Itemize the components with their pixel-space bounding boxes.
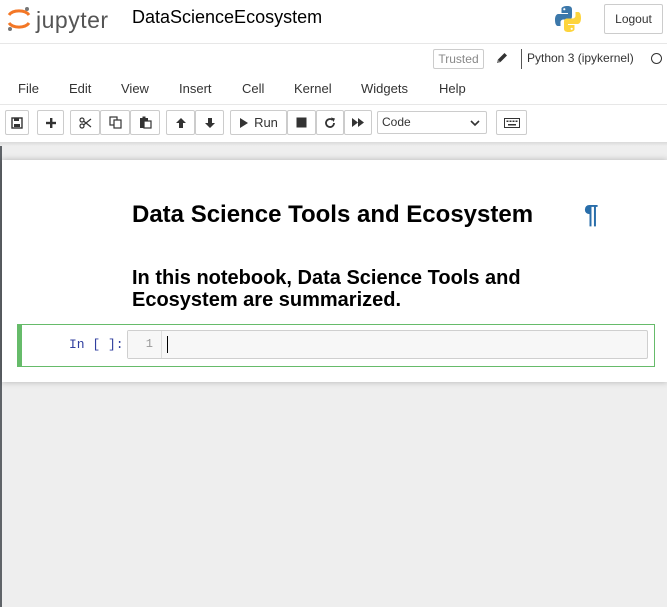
jupyter-logo[interactable]: jupyter [6, 4, 116, 34]
cut-icon [78, 116, 91, 129]
line-number-gutter: 1 [128, 331, 162, 358]
menu-help[interactable]: Help [439, 81, 466, 96]
copy-icon [108, 116, 122, 129]
logout-button[interactable]: Logout [604, 4, 663, 34]
cell-type-select[interactable]: Code [377, 111, 487, 134]
python-logo-icon [555, 6, 581, 32]
markdown-heading-3: In this notebook, Data Science Tools and… [132, 267, 521, 311]
notebook-name[interactable]: DataScienceEcosystem [132, 7, 322, 28]
arrow-up-icon [175, 117, 186, 128]
kernel-idle-icon [651, 53, 662, 64]
move-up-button[interactable] [166, 110, 195, 135]
restart-icon [325, 117, 335, 128]
arrow-down-icon [204, 117, 215, 128]
cell-type-value: Code [382, 115, 411, 129]
run-button[interactable]: Run [230, 110, 287, 135]
fast-forward-icon [352, 118, 364, 127]
menu-insert[interactable]: Insert [179, 81, 212, 96]
input-prompt: In [ ]: [69, 337, 124, 352]
plus-icon [45, 117, 56, 128]
move-down-button[interactable] [195, 110, 224, 135]
menu-kernel[interactable]: Kernel [294, 81, 332, 96]
text-cursor [167, 336, 168, 353]
line-number: 1 [145, 337, 153, 351]
menu-edit[interactable]: Edit [69, 81, 91, 96]
notebook-header: jupyter DataScienceEcosystem Logout Trus… [0, 0, 667, 142]
run-label: Run [254, 115, 278, 130]
restart-kernel-button[interactable] [316, 110, 344, 135]
copy-button[interactable] [100, 110, 130, 135]
menu-file[interactable]: File [18, 81, 39, 96]
cut-button[interactable] [70, 110, 100, 135]
kernel-separator [521, 49, 522, 69]
paste-icon [139, 116, 152, 129]
jupyter-logo-icon [7, 7, 31, 31]
stop-icon [296, 117, 307, 128]
paste-button[interactable] [130, 110, 160, 135]
menu-view[interactable]: View [121, 81, 149, 96]
keyboard-icon [503, 117, 520, 128]
menu-widgets[interactable]: Widgets [361, 81, 408, 96]
chevron-down-icon [470, 120, 480, 127]
notebook-container: Data Science Tools and Ecosystem ¶ In th… [2, 160, 667, 382]
header-shadow [0, 142, 667, 146]
code-cell[interactable]: In [ ]: 1 [17, 324, 655, 367]
command-palette-button[interactable] [496, 110, 527, 135]
insert-cell-button[interactable] [37, 110, 64, 135]
save-icon [11, 116, 23, 129]
menubar-divider [0, 104, 667, 105]
save-button[interactable] [5, 110, 29, 135]
menu-cell[interactable]: Cell [242, 81, 264, 96]
jupyter-logo-text: jupyter [36, 7, 109, 33]
code-input-area[interactable]: 1 [127, 330, 648, 359]
restart-run-all-button[interactable] [344, 110, 372, 135]
markdown-heading-1: Data Science Tools and Ecosystem [132, 201, 534, 228]
kernel-name[interactable]: Python 3 (ipykernel) [527, 51, 634, 65]
header-divider [0, 43, 667, 44]
anchor-link[interactable]: ¶ [584, 199, 598, 230]
trusted-indicator[interactable]: Trusted [433, 49, 484, 69]
pencil-icon[interactable] [495, 51, 509, 65]
interrupt-kernel-button[interactable] [287, 110, 316, 135]
run-icon [240, 117, 249, 128]
